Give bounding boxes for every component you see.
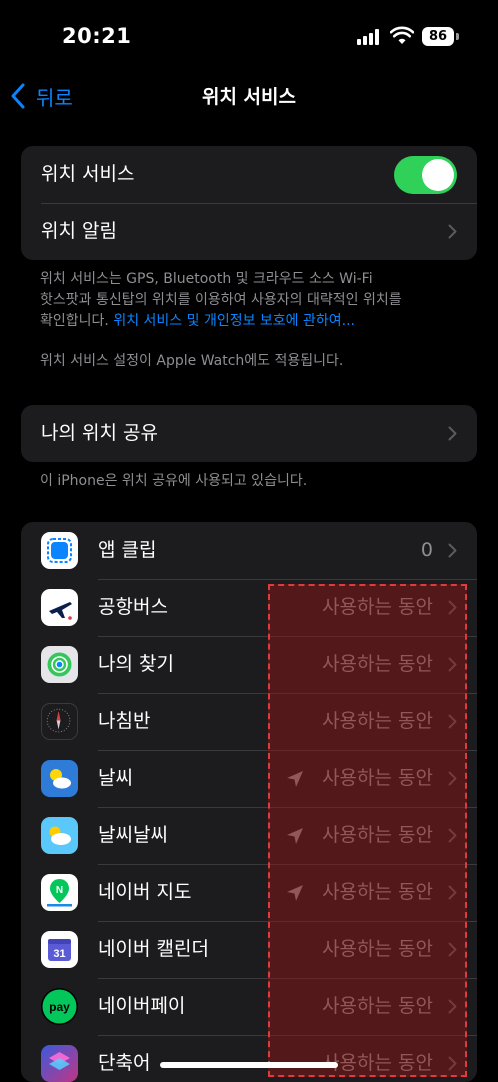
chevron-right-icon [448, 771, 457, 786]
app-name: 날씨날씨 [98, 824, 168, 846]
location-arrow-icon [287, 885, 303, 901]
app-permission-value: 사용하는 동안 [322, 767, 433, 789]
app-row-find-my[interactable]: 나의 찾기 사용하는 동안 [21, 636, 477, 693]
app-permission-value: 0 [420, 539, 433, 561]
app-permission-value: 사용하는 동안 [322, 995, 433, 1017]
app-row-shortcuts[interactable]: 단축어 사용하는 동안 [21, 1035, 477, 1082]
location-services-footnote: 위치 서비스는 GPS, Bluetooth 및 크라우드 소스 Wi-Fi 핫… [40, 269, 460, 332]
app-row-naver-pay[interactable]: pay 네이버페이 사용하는 동안 [21, 978, 477, 1035]
naver-calendar-icon: 31 [41, 931, 78, 968]
share-footnote: 이 iPhone은 위치 공유에 사용되고 있습니다. [40, 473, 308, 489]
app-permission-value: 사용하는 동안 [322, 938, 433, 960]
home-indicator[interactable] [160, 1062, 338, 1068]
app-permission-value: 사용하는 동안 [322, 653, 433, 675]
app-row-weather[interactable]: 날씨 사용하는 동안 [21, 750, 477, 807]
app-name: 나침반 [98, 710, 151, 732]
app-name: 네이버 캘린더 [98, 938, 209, 960]
share-location-group: 나의 위치 공유 [21, 405, 477, 462]
app-row-weather-weather[interactable]: 날씨날씨 사용하는 동안 [21, 807, 477, 864]
location-arrow-icon [287, 771, 303, 787]
footnote-line: 위치 서비스는 GPS, Bluetooth 및 크라우드 소스 Wi-Fi [40, 271, 373, 287]
app-name: 날씨 [98, 767, 133, 789]
toggle-knob [422, 159, 454, 191]
app-row-naver-map[interactable]: N 네이버 지도 사용하는 동안 [21, 864, 477, 921]
app-name: 공항버스 [98, 596, 168, 618]
airplane-icon [41, 589, 78, 626]
status-time: 20:21 [62, 24, 132, 48]
app-permission-value: 사용하는 동안 [322, 824, 433, 846]
share-my-location-row[interactable]: 나의 위치 공유 [21, 405, 477, 462]
naver-pay-icon: pay [41, 988, 78, 1025]
status-bar: 20:21 86 [0, 0, 498, 70]
location-arrow-icon [287, 828, 303, 844]
chevron-right-icon [448, 426, 457, 441]
location-services-row: 위치 서비스 [21, 146, 477, 203]
app-row-naver-calendar[interactable]: 31 네이버 캘린더 사용하는 동안 [21, 921, 477, 978]
app-permission-value: 사용하는 동안 [322, 596, 433, 618]
naver-map-icon: N [41, 874, 78, 911]
find-my-icon [41, 646, 78, 683]
page-title: 위치 서비스 [201, 86, 296, 108]
footnote-line: 핫스팟과 통신탑의 위치를 이용하여 사용자의 대략적인 위치를 [40, 292, 402, 308]
app-row-compass[interactable]: 나침반 사용하는 동안 [21, 693, 477, 750]
app-row-airport-bus[interactable]: 공항버스 사용하는 동안 [21, 579, 477, 636]
app-permission-value: 사용하는 동안 [322, 881, 433, 903]
chevron-right-icon [448, 224, 457, 239]
app-row-app-clip[interactable]: 앱 클립 0 [21, 522, 477, 579]
app-permission-value: 사용하는 동안 [322, 1052, 433, 1074]
footnote-line: 확인합니다. [40, 313, 114, 329]
chevron-right-icon [448, 1056, 457, 1071]
app-clip-icon [41, 532, 78, 569]
pay-label: pay [49, 1000, 70, 1014]
location-services-label: 위치 서비스 [41, 163, 135, 185]
location-services-group: 위치 서비스 위치 알림 [21, 146, 477, 260]
shortcuts-icon [41, 1045, 78, 1082]
location-alerts-row[interactable]: 위치 알림 [21, 203, 477, 260]
location-services-toggle[interactable] [394, 156, 457, 194]
chevron-right-icon [448, 999, 457, 1014]
chevron-right-icon [448, 885, 457, 900]
app-name: 단축어 [98, 1052, 151, 1074]
chevron-right-icon [448, 714, 457, 729]
share-my-location-label: 나의 위치 공유 [41, 422, 158, 444]
chevron-right-icon [448, 828, 457, 843]
calendar-day: 31 [53, 948, 65, 960]
privacy-link[interactable]: 위치 서비스 및 개인정보 보호에 관하여... [113, 313, 355, 329]
weather-cloud-icon [41, 817, 78, 854]
app-permission-value: 사용하는 동안 [322, 710, 433, 732]
cellular-signal-icon [357, 29, 383, 45]
naver-map-letter: N [56, 885, 63, 896]
apps-list: 앱 클립 0 공항버스 사용하는 동안 나의 찾기 사용하는 동안 나침반 사용… [21, 522, 477, 1082]
navigation-bar: 뒤로 위치 서비스 [0, 70, 498, 122]
apple-watch-footnote: 위치 서비스 설정이 Apple Watch에도 적용됩니다. [40, 353, 344, 369]
wifi-icon [390, 26, 414, 44]
app-name: 네이버페이 [98, 995, 186, 1017]
compass-icon [41, 703, 78, 740]
battery-icon: 86 [422, 27, 454, 46]
app-name: 나의 찾기 [98, 653, 174, 675]
app-name: 앱 클립 [98, 539, 157, 561]
chevron-right-icon [448, 942, 457, 957]
weather-icon [41, 760, 78, 797]
chevron-right-icon [448, 657, 457, 672]
location-alerts-label: 위치 알림 [41, 220, 117, 242]
chevron-right-icon [448, 600, 457, 615]
battery-tip [456, 33, 459, 40]
chevron-right-icon [448, 543, 457, 558]
app-name: 네이버 지도 [98, 881, 192, 903]
